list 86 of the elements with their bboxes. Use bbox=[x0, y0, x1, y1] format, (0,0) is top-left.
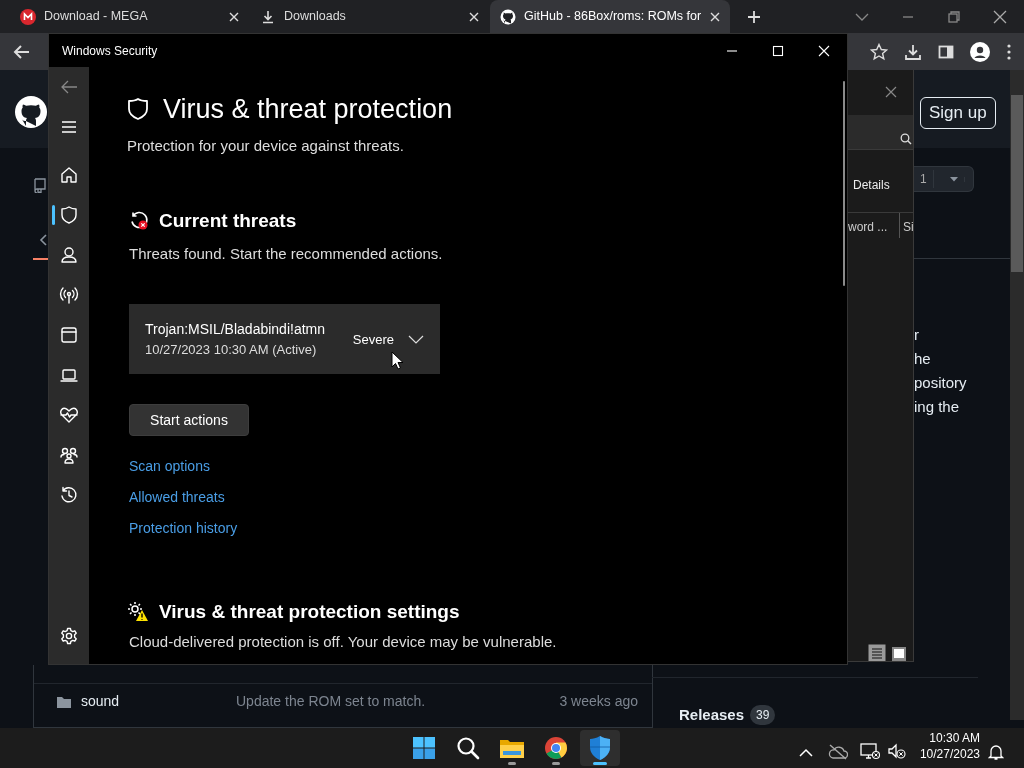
restore-icon[interactable] bbox=[946, 8, 962, 25]
link[interactable]: Allowed threats bbox=[129, 486, 847, 508]
close-icon[interactable] bbox=[992, 8, 1008, 25]
chevron-up-icon[interactable] bbox=[799, 747, 813, 758]
description-text: he bbox=[914, 349, 931, 369]
menu-icon[interactable] bbox=[1006, 42, 1012, 61]
star-count-dropdown[interactable]: 1 bbox=[914, 166, 974, 192]
threat-date: 10/27/2023 10:30 AM (Active) bbox=[145, 340, 318, 359]
preview-pane-icon[interactable] bbox=[891, 645, 907, 661]
status-text: Threats found. Start the recommended actions. bbox=[129, 244, 444, 264]
scrollbar[interactable] bbox=[843, 81, 845, 286]
commit-message[interactable]: Update the ROM set to match. bbox=[236, 691, 426, 712]
bell-icon[interactable] bbox=[988, 742, 1004, 761]
shield-icon bbox=[59, 205, 79, 225]
chrome-logo-icon bbox=[544, 736, 568, 760]
heart-pulse-icon bbox=[59, 405, 79, 425]
chevron-icon[interactable] bbox=[408, 334, 424, 345]
taskbar-app[interactable] bbox=[580, 730, 620, 766]
search-icon[interactable] bbox=[900, 132, 912, 145]
new-tab-icon[interactable] bbox=[746, 8, 762, 25]
cursor-icon bbox=[391, 351, 404, 371]
column-header[interactable]: Si bbox=[903, 218, 913, 236]
window-icon bbox=[59, 325, 79, 345]
caret-icon bbox=[949, 176, 958, 182]
download-icon[interactable] bbox=[904, 42, 922, 61]
browser-tab[interactable]: Downloads bbox=[250, 0, 490, 33]
octocat-icon bbox=[500, 8, 516, 25]
count-badge: 39 bbox=[750, 705, 776, 726]
clock-time[interactable]: 10:30 AM bbox=[900, 730, 980, 746]
severity-label: Severe bbox=[352, 331, 394, 350]
shield-icon bbox=[588, 735, 612, 761]
close-icon[interactable] bbox=[885, 85, 897, 98]
sidebar-icon[interactable] bbox=[938, 43, 954, 60]
antenna-icon bbox=[59, 285, 79, 305]
scrollbar[interactable] bbox=[1010, 70, 1024, 720]
settings-icon bbox=[60, 627, 78, 645]
start-actions-button[interactable]: Start actions bbox=[129, 404, 249, 436]
sign-up-button[interactable]: Sign up bbox=[920, 97, 996, 129]
mega-logo-icon bbox=[20, 8, 36, 25]
folder-icon bbox=[499, 737, 525, 759]
search-icon bbox=[456, 736, 480, 760]
history-icon bbox=[59, 485, 79, 505]
home-icon bbox=[59, 165, 79, 185]
person-icon bbox=[59, 245, 79, 265]
search-field[interactable] bbox=[848, 115, 913, 150]
settings-warning-icon bbox=[127, 601, 149, 623]
download-icon bbox=[260, 8, 276, 25]
clock-date[interactable]: 10/27/2023 bbox=[900, 746, 980, 762]
warning-text: Cloud-delivered protection is off. Your device may be vulnerable. bbox=[129, 632, 558, 652]
link[interactable]: Scan options bbox=[129, 455, 847, 477]
releases-heading[interactable]: Releases bbox=[679, 704, 745, 727]
details-view-icon[interactable] bbox=[868, 643, 886, 661]
page-heading: Virus & threat protection bbox=[163, 92, 453, 126]
browser-tab[interactable]: GitHub - 86Box/roms: ROMs for bbox=[490, 0, 730, 33]
description-text: pository bbox=[914, 373, 967, 393]
maximize-icon bbox=[772, 44, 784, 57]
close-icon bbox=[818, 44, 830, 57]
description-text: r bbox=[914, 325, 919, 345]
section-heading: Current threats bbox=[159, 208, 297, 233]
browser-tab[interactable]: Download - MEGA bbox=[10, 0, 250, 33]
people-icon bbox=[59, 445, 79, 465]
close-icon[interactable] bbox=[709, 10, 722, 23]
shield-icon bbox=[127, 97, 149, 121]
network-icon[interactable] bbox=[860, 741, 880, 760]
speaker-muted-icon[interactable] bbox=[887, 741, 907, 760]
profile-icon[interactable] bbox=[970, 41, 990, 62]
commit-time: 3 weeks ago bbox=[559, 692, 638, 711]
cloud-off-icon[interactable] bbox=[828, 743, 848, 760]
file-name[interactable]: sound bbox=[81, 691, 236, 712]
threat-name: Trojan:MSIL/Bladabindi!atmn bbox=[145, 319, 326, 339]
star-icon[interactable] bbox=[870, 42, 888, 61]
column-header[interactable]: word ... bbox=[848, 218, 888, 236]
chevron-left-icon[interactable] bbox=[38, 232, 48, 247]
page-subtitle: Protection for your device against threats. bbox=[127, 136, 405, 156]
windows-logo-icon bbox=[412, 736, 436, 760]
details-button[interactable]: Details bbox=[853, 176, 890, 194]
folder-icon bbox=[56, 695, 72, 710]
description-text: ing the bbox=[914, 397, 960, 417]
section-heading: Virus & threat protection settings bbox=[159, 599, 460, 624]
menu-icon bbox=[60, 120, 78, 134]
window-title: Windows Security bbox=[62, 42, 158, 60]
link[interactable]: Protection history bbox=[129, 517, 847, 539]
book-icon[interactable] bbox=[33, 176, 47, 193]
github-logo-icon[interactable] bbox=[15, 96, 47, 128]
threat-card[interactable]: Trojan:MSIL/Bladabindi!atmn 10/27/2023 10:30 AM (Active) Severe bbox=[129, 304, 440, 374]
threat-history-icon bbox=[129, 211, 149, 231]
